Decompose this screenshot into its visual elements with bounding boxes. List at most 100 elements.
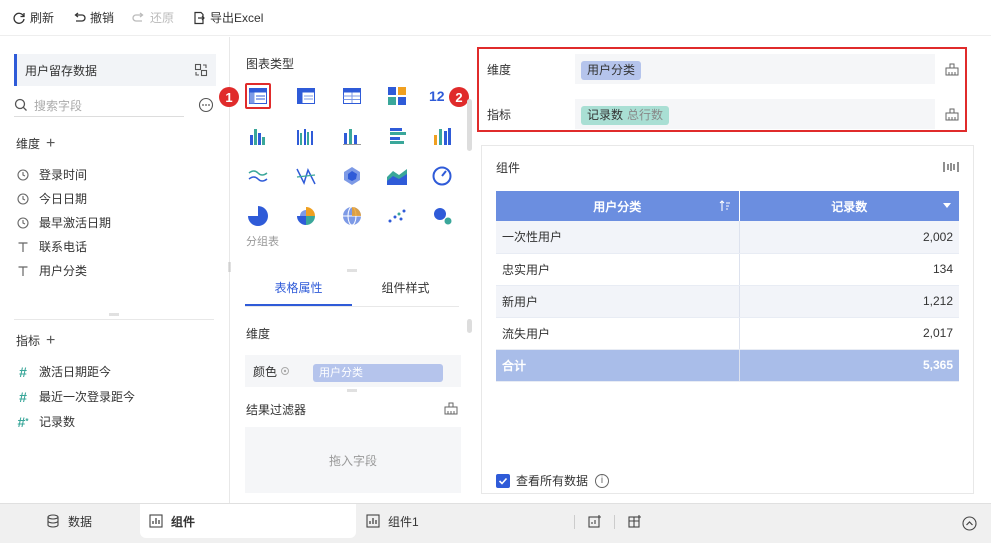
dimension-drop-area[interactable]: 用户分类 [575,54,935,84]
component-title: 组件 [496,161,521,175]
chart-type-radar[interactable] [339,163,365,189]
gear-icon[interactable] [280,366,290,376]
dimension-field-label: 联系电话 [39,240,88,254]
bottom-tab-component[interactable]: 组件 [140,504,356,538]
tab-table-properties[interactable]: 表格属性 [245,273,352,306]
pivot-table-icon [297,88,315,104]
view-all-data-toggle[interactable]: 查看所有数据 i [496,472,610,489]
dimension-field-1[interactable]: 登录时间 [16,166,87,183]
measure-field-2[interactable]: # 最近一次登录距今 [16,388,135,405]
sort-icon[interactable] [719,200,731,212]
measure-chip[interactable]: 记录数 总行数 [581,106,670,125]
clock-icon [16,192,30,205]
view-all-label: 查看所有数据 [516,474,589,488]
line-chart-icon [248,170,268,182]
config-scrollbar[interactable] [467,319,472,333]
group-table-icon [249,88,267,104]
add-dashboard-icon[interactable] [628,514,642,528]
chart-type-gauge[interactable] [429,163,455,189]
filter-icon[interactable] [444,401,458,415]
chart-type-bar[interactable] [245,123,271,149]
export-label: 导出Excel [210,11,264,25]
clock-icon [16,216,30,229]
middle-resize-handle[interactable] [347,269,357,272]
chart-type-pie[interactable] [245,203,271,229]
chart-type-number[interactable]: 12 [429,83,449,109]
dimension-field-5[interactable]: 用户分类 [16,262,87,279]
color-label-wrap: 颜色 [253,363,290,380]
chart-type-scrollbar[interactable] [467,99,472,151]
add-component-icon[interactable] [588,514,602,528]
config-tabs: 表格属性 组件样式 [245,273,459,307]
table-row: 流失用户 2,017 [496,317,959,350]
column-width-icon[interactable] [943,161,959,173]
info-icon[interactable]: i [595,473,610,488]
tab-component-style[interactable]: 组件样式 [352,273,459,306]
chart-type-stacked-bar[interactable] [339,123,365,149]
export-icon [194,11,205,24]
add-dimension-icon[interactable]: + [46,135,55,151]
dimension-field-2[interactable]: 今日日期 [16,190,87,207]
measure-section-title: 指标 + [16,332,55,349]
dataset-selector[interactable]: 用户留存数据 [14,54,216,86]
filter-drop-zone[interactable]: 拖入字段 [245,427,461,493]
chart-type-pivot-table[interactable] [293,83,319,109]
column-header-user-category[interactable]: 用户分类 [496,191,740,221]
filter-resize-handle[interactable] [347,389,357,392]
chart-type-bubble[interactable] [429,203,455,229]
redo-button[interactable]: 还原 [132,9,174,26]
field-panel: 用户留存数据 搜索字段 维度 + 登录时间 今日日期 最早激活日期 联系电话 用… [0,37,230,503]
color-field-chip[interactable]: 用户分类 [313,364,443,382]
refresh-button[interactable]: 刷新 [12,9,54,26]
redo-icon [132,11,144,22]
measure-field-3[interactable]: # * 记录数 [16,413,75,430]
column-header-record-count[interactable]: 记录数 [739,191,959,221]
chart-type-line[interactable] [245,163,271,189]
chart-type-waterfall[interactable] [429,123,455,149]
chevron-down-icon[interactable] [943,203,951,208]
measure-field-label: 激活日期距今 [39,365,112,379]
dimension-field-label: 用户分类 [39,264,88,278]
dimension-field-label: 今日日期 [39,192,88,206]
bar-chart-icon [250,129,265,145]
table-cell: 新用户 [496,285,740,318]
text-icon [16,241,30,253]
bubble-icon [434,208,452,225]
dimension-section-title: 维度 + [16,135,55,152]
table-row: 忠实用户 134 [496,253,959,286]
add-measure-icon[interactable]: + [46,332,55,348]
table-cell: 合计 [496,349,740,382]
bottom-tab-data[interactable]: 数据 [46,504,92,538]
bottom-tab-bar: 数据 组件 组件1 [0,503,991,543]
bottom-tab-component1[interactable]: 组件1 [366,504,419,538]
table-header-row: 用户分类 记录数 [496,191,959,221]
dimension-filter-icon[interactable] [945,62,959,76]
measure-field-1[interactable]: # 激活日期距今 [16,363,111,380]
switch-dataset-icon[interactable] [194,63,208,77]
measure-chip-label: 记录数 [587,108,624,122]
bottom-tab-label: 数据 [68,514,93,529]
chart-type-kpi-card[interactable] [384,83,410,109]
field-search[interactable]: 搜索字段 [14,93,216,117]
chevron-up-icon[interactable] [962,516,977,531]
chart-type-scatter[interactable] [384,203,410,229]
more-options-icon[interactable] [198,97,214,113]
chart-type-map[interactable] [339,203,365,229]
chart-type-grouped-bar[interactable] [293,123,319,149]
dimension-field-4[interactable]: 联系电话 [16,238,87,255]
dimension-field-3[interactable]: 最早激活日期 [16,214,111,231]
table-cell: 忠实用户 [496,253,740,286]
chart-type-rose[interactable] [293,203,319,229]
checkbox-checked[interactable] [496,473,510,488]
chart-type-area[interactable] [384,163,410,189]
measure-filter-icon[interactable] [945,107,959,121]
chart-type-horizontal-bar[interactable] [384,123,410,149]
chart-type-group-table[interactable] [245,83,271,109]
measure-drop-area[interactable]: 记录数 总行数 [575,99,935,129]
chart-type-radar-line[interactable] [293,163,319,189]
dimension-chip[interactable]: 用户分类 [581,61,642,80]
export-excel-button[interactable]: 导出Excel [192,9,263,26]
undo-button[interactable]: 撤销 [72,9,114,26]
chart-type-detail-table[interactable] [339,83,365,109]
resize-handle[interactable] [109,313,119,316]
